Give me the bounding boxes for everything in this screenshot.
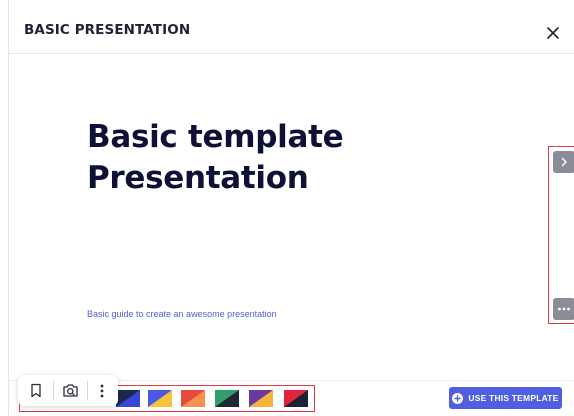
- bookmark-icon: [31, 383, 41, 398]
- template-preview-modal: BASIC PRESENTATION Basic template Presen…: [8, 0, 574, 416]
- theme-swatch-4[interactable]: [215, 390, 239, 407]
- bookmark-button[interactable]: [21, 375, 51, 406]
- toolbar-divider: [53, 381, 54, 400]
- visual-search-button[interactable]: [55, 375, 85, 406]
- slide-title-line2: Presentation: [87, 160, 309, 196]
- use-template-label: USE THIS TEMPLATE: [468, 393, 559, 403]
- theme-swatch-2[interactable]: [148, 390, 172, 407]
- use-template-button[interactable]: USE THIS TEMPLATE: [449, 387, 562, 409]
- slide-title-line1: Basic template: [87, 119, 344, 155]
- chevron-right-icon: [561, 157, 567, 167]
- slide-title: Basic template Presentation: [87, 117, 344, 199]
- more-options-button[interactable]: [553, 298, 574, 320]
- slide-side-nav: [548, 146, 574, 324]
- floating-toolbar: [18, 375, 118, 406]
- toolbar-more-button[interactable]: [87, 375, 117, 406]
- more-horizontal-icon: [558, 307, 570, 311]
- modal-header: BASIC PRESENTATION: [9, 0, 574, 54]
- close-button[interactable]: [545, 25, 561, 41]
- theme-swatch-1[interactable]: [116, 390, 140, 407]
- theme-swatch-3[interactable]: [181, 390, 205, 407]
- modal-title: BASIC PRESENTATION: [24, 22, 191, 38]
- camera-search-icon: [62, 384, 78, 397]
- theme-swatch-5[interactable]: [249, 390, 273, 407]
- close-icon: [547, 27, 559, 39]
- more-vertical-icon: [100, 384, 104, 397]
- theme-swatch-6[interactable]: [284, 390, 308, 407]
- slide-subtitle: Basic guide to create an awesome present…: [87, 309, 277, 319]
- plus-circle-icon: [452, 392, 464, 404]
- next-slide-button[interactable]: [553, 151, 574, 173]
- slide-preview: Basic template Presentation Basic guide …: [9, 55, 574, 381]
